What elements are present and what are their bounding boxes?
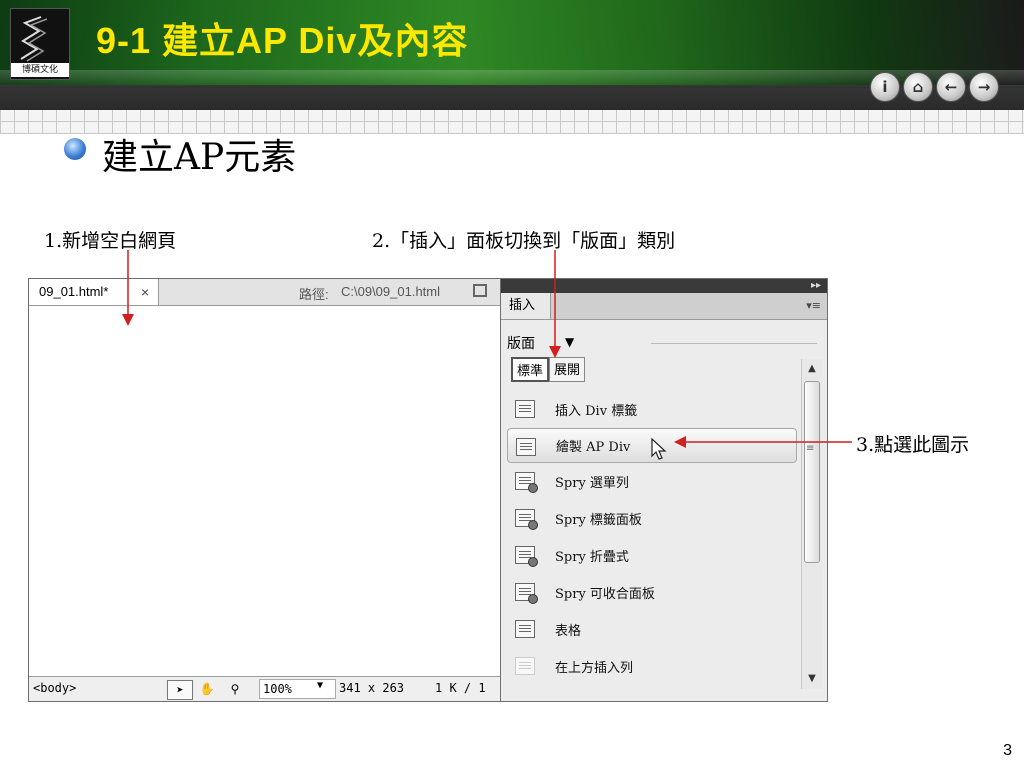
step-2-label: 2.「插入」面板切換到「版面」類別	[372, 230, 676, 252]
bullet-icon	[64, 138, 86, 160]
spry-menu-bar-item[interactable]: Spry 選單列	[507, 463, 797, 500]
panel-scrollbar[interactable]: ▲ ≡ ▼	[801, 359, 822, 689]
item-label: Spry 標籤面板	[555, 513, 642, 528]
tab-standard[interactable]: 標準	[511, 357, 550, 382]
item-label: 插入 Div 標籤	[555, 404, 638, 419]
design-canvas[interactable]	[29, 306, 501, 676]
panel-tab-row: 插入 ▾≡	[501, 293, 827, 320]
publisher-logo: 博碩文化	[10, 8, 70, 80]
chevron-down-icon[interactable]: ▼	[565, 335, 574, 349]
item-label: Spry 可收合面板	[555, 587, 655, 602]
spry-accordion-icon	[515, 546, 538, 567]
path-label: 路徑:	[299, 287, 329, 302]
spry-tabbed-panels-item[interactable]: Spry 標籤面板	[507, 500, 797, 537]
mouse-cursor-icon	[651, 437, 667, 460]
item-label: 表格	[555, 624, 582, 639]
home-icon[interactable]: ⌂	[903, 72, 933, 102]
item-label: Spry 選單列	[555, 476, 629, 491]
item-label: Spry 折疊式	[555, 550, 629, 565]
tab-expanded[interactable]: 展開	[549, 357, 586, 382]
chevron-down-icon[interactable]: ▼	[317, 680, 323, 691]
document-tab[interactable]: 09_01.html* ×	[29, 279, 159, 305]
draw-ap-div-icon	[516, 438, 536, 456]
panel-title-bar: ▸▸	[501, 279, 827, 293]
table-item[interactable]: 表格	[507, 611, 797, 648]
zoom-select[interactable]: 100%	[259, 679, 336, 699]
info-icon[interactable]: i	[870, 72, 900, 102]
insert-div-icon	[515, 400, 535, 418]
spry-tabbed-panels-icon	[515, 509, 538, 530]
insert-row-above-icon	[515, 657, 535, 675]
hand-tool-icon[interactable]: ✋	[197, 680, 217, 698]
document-window: 09_01.html* × 路徑: C:\09\09_01.html <body…	[28, 278, 502, 702]
spry-collapsible-panel-icon	[515, 583, 538, 604]
page-number: 3	[1003, 742, 1012, 759]
close-icon[interactable]: ×	[141, 279, 149, 305]
panel-menu-icon[interactable]: ▾≡	[806, 299, 821, 312]
pointer-tool-icon[interactable]: ➤	[167, 680, 193, 700]
file-size: 1 K / 1	[435, 681, 486, 695]
zoom-tool-icon[interactable]: ⚲	[225, 680, 245, 698]
logo-mark-icon	[20, 16, 48, 62]
view-mode-tabs: 標準 展開	[511, 357, 586, 382]
path-value: C:\09\09_01.html	[341, 284, 441, 299]
scroll-grip-icon: ≡	[806, 443, 815, 454]
tag-selector[interactable]: <body>	[33, 681, 76, 695]
insert-div-tag-item[interactable]: 插入 Div 標籤	[507, 391, 797, 428]
document-tab-bar: 09_01.html* × 路徑: C:\09\09_01.html	[29, 279, 501, 306]
section-heading: 建立AP元素	[102, 137, 297, 178]
item-label: 繪製 AP Div	[556, 440, 631, 455]
insert-item-list: 插入 Div 標籤 繪製 AP Div Spry 選單列 Spry 標籤面板 S…	[507, 391, 797, 685]
insert-row-above-item[interactable]: 在上方插入列	[507, 648, 797, 685]
slide-title: 9-1 建立AP Div及內容	[96, 20, 469, 61]
window-size[interactable]: 341 x 263	[339, 681, 404, 695]
step-1-label: 1.新增空白網頁	[44, 230, 177, 252]
table-icon	[515, 620, 535, 638]
scroll-up-icon[interactable]: ▲	[802, 359, 822, 379]
spry-menu-bar-icon	[515, 472, 538, 493]
tab-insert[interactable]: 插入	[501, 293, 551, 319]
document-tab-label: 09_01.html*	[39, 284, 109, 299]
draw-ap-div-item[interactable]: 繪製 AP Div	[507, 428, 797, 463]
step-3-label: 3.點選此圖示	[856, 434, 970, 456]
back-arrow-icon[interactable]: ←	[936, 72, 966, 102]
scroll-thumb[interactable]	[804, 381, 820, 563]
collapse-icon[interactable]: ▸▸	[811, 279, 821, 293]
restore-window-icon[interactable]	[473, 284, 487, 297]
status-bar: <body> ➤ ✋ ⚲ 100% ▼ 341 x 263 1 K / 1	[29, 676, 501, 701]
insert-panel: ▸▸ 插入 ▾≡ 版面 ▼ 標準 展開 插入 Div 標籤 繪製 AP Div …	[500, 278, 828, 702]
slide-nav: i ⌂ ← →	[870, 72, 999, 102]
header-banner: 博碩文化 9-1 建立AP Div及內容 i ⌂ ← →	[0, 0, 1024, 110]
logo-text: 博碩文化	[11, 63, 69, 77]
spry-accordion-item[interactable]: Spry 折疊式	[507, 537, 797, 574]
scroll-down-icon[interactable]: ▼	[802, 669, 822, 689]
divider	[651, 343, 817, 344]
spry-collapsible-panel-item[interactable]: Spry 可收合面板	[507, 574, 797, 611]
forward-arrow-icon[interactable]: →	[969, 72, 999, 102]
category-select[interactable]: 版面	[507, 333, 535, 353]
item-label: 在上方插入列	[555, 661, 634, 676]
